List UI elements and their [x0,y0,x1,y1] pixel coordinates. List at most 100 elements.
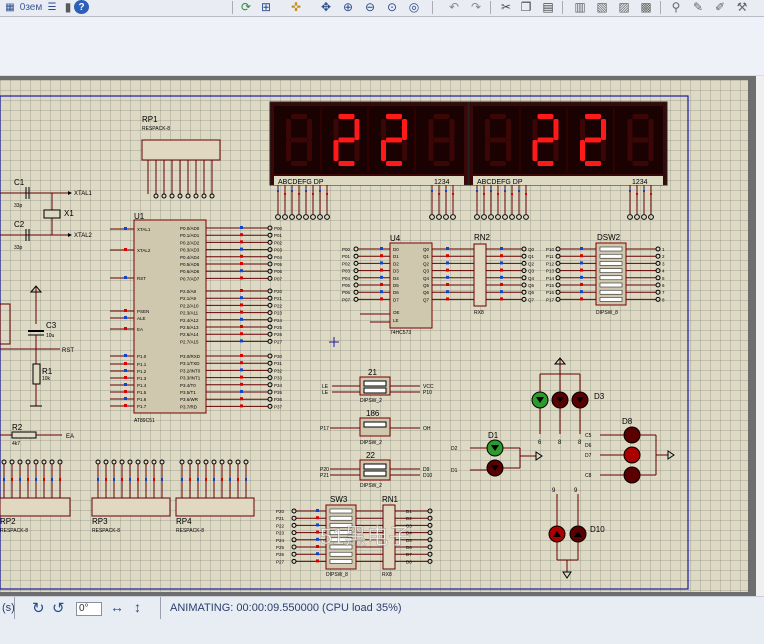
logic-probe [240,332,243,336]
block-move-icon[interactable]: ▧ [594,0,610,14]
mirror-horizontal-icon[interactable]: ↔ [110,599,124,615]
net-terminal [267,338,273,344]
svg-text:RP2: RP2 [0,517,16,526]
net-terminal [521,260,527,266]
net-terminal [555,268,561,274]
net-terminal [267,375,273,381]
rn2-net-label: Q7 [528,297,535,302]
pick-device-icon[interactable]: ⚲ [668,0,684,14]
help-icon[interactable]: ? [74,0,89,14]
rp4-respack[interactable]: RP4 RESPACK-8 [175,459,255,534]
u1-net-label: P03 [274,248,283,253]
partial-label: (s) [2,602,15,614]
logic-probe [240,247,243,251]
schematic-canvas[interactable]: ABCDEFG DP 1234 ABCDEFG DP 1234 RP1 RESP… [0,76,756,596]
document-icon[interactable]: ☰ [44,0,60,14]
dipsw-22[interactable]: 22 DIPSW_2 P20 P21 D9 D10 [320,451,432,489]
d8-led-group[interactable]: D8 C5 D6 D7 C8 [585,417,675,484]
u4-74hc573[interactable]: U4 P00 D0 Q0 P01 D1 Q1 P02 D2 Q2 P03 D3 Q3 P04 D4 Q4 P0… [342,234,474,336]
make-device-icon[interactable]: ✎ [690,0,706,14]
u1-at89c51[interactable]: U1 XTAL1XTAL2RSTPSENALEEAP1.0P1.1P1.2P1.… [110,212,283,424]
u1-pin-label: P2.4/A12 [180,318,199,323]
vertical-scrollbar[interactable] [756,76,764,596]
block-copy-icon[interactable]: ▥ [572,0,588,14]
seven-seg-display-1[interactable]: ABCDEFG DP 1234 [269,101,469,186]
seven-seg-display-2[interactable]: ABCDEFG DP 1234 [468,101,668,186]
paste-icon[interactable]: ▤ [540,0,556,14]
svg-text:D10: D10 [590,525,605,534]
undo-icon[interactable]: ↶ [446,0,462,14]
logic-probe [189,478,191,481]
dipsw-186[interactable]: 186 DIPSW_2 P17 OH [320,409,431,446]
d3-led-group[interactable]: D3 6 8 8 [531,357,605,446]
pan-icon[interactable]: ✥ [318,0,334,14]
zoom-in-icon[interactable]: ⊕ [340,0,356,14]
rotate-cw-icon[interactable]: ↻ [32,599,45,617]
net-terminal [521,289,527,295]
net-terminal [267,225,273,231]
logic-probe [500,283,503,286]
u1-pin-label: P1.1 [137,362,147,367]
net-terminal [179,459,185,465]
logic-probe [316,545,319,548]
net-terminal [267,254,273,260]
schematic-icon[interactable]: ▦ [2,0,18,14]
svg-text:D2: D2 [451,446,458,452]
rp1-respack[interactable]: RP1 RESPACK-8 [141,115,221,199]
u1-net-label: P02 [274,240,283,245]
d10-led-pair[interactable]: D10 9 9 [548,488,605,579]
dipsw-21[interactable]: 21 DIPSW_2 LE LE VCC P10 [322,368,434,404]
rn2-network[interactable]: RN2 Q0 Q1 Q2 Q3 Q4 Q5 Q6 Q7 RX8 [473,233,535,316]
zoom-all-icon[interactable]: ⊙ [384,0,400,14]
svg-text:C5: C5 [585,433,592,439]
logic-probe [446,254,449,258]
rn1-net-label: D2 [406,516,412,521]
rp2-respack[interactable]: RP2 RESPACK-8 [0,459,71,534]
display2-digit-label: 1234 [632,179,648,186]
svg-text:SW3: SW3 [330,495,348,504]
svg-text:C1: C1 [14,178,25,187]
refresh-icon[interactable]: ⟳ [238,0,254,14]
logic-probe [446,290,449,294]
net-terminal [427,537,433,543]
rotation-input[interactable]: 0° [76,602,102,616]
packaging-icon[interactable]: ✐ [712,0,728,14]
crystal-circuit[interactable]: C1 33p C2 33p X1 XTAL1 XTAL2 [0,178,93,251]
schematic-sheet[interactable]: ABCDEFG DP 1234 ABCDEFG DP 1234 RP1 RESP… [0,80,748,592]
logic-probe [316,537,319,541]
zoom-area-icon[interactable]: ◎ [406,0,422,14]
cut-icon[interactable]: ✂ [498,0,514,14]
rp3-respack[interactable]: RP3 RESPACK-8 [91,459,171,534]
origin-icon[interactable]: ✜ [288,0,304,14]
net-terminal [227,459,233,465]
dsw2-dipswitch[interactable]: DSW2 P10 1 P11 2 P12 3 P13 4 P14 5 P15 6 P16 7 P17 8 DI… [546,233,665,316]
block-delete-icon[interactable]: ▩ [638,0,654,14]
rotate-ccw-icon[interactable]: ↺ [52,599,65,617]
mirror-vertical-icon[interactable]: ↕ [134,599,141,615]
r2-resistor[interactable]: R2 4k7 EA [0,423,74,447]
net-terminal [555,275,561,281]
logic-probe [380,247,383,250]
net-terminal [516,214,522,220]
block-rotate-icon[interactable]: ▨ [616,0,632,14]
net-terminal [267,239,273,245]
net-terminal [25,459,31,465]
svg-text:D10: D10 [423,473,432,479]
grid-icon[interactable]: ⊞ [258,0,274,14]
osem-badge[interactable]: 0зем [20,0,42,14]
d1-led-pair[interactable]: D1 D2 D1 [451,431,543,477]
u4-net-label: P05 [342,283,351,288]
logic-probe [213,478,215,481]
u1-pin-label: P0.1/AD1 [180,233,200,238]
logic-probe [124,309,127,312]
net-terminal [310,214,316,220]
redo-icon[interactable]: ↷ [468,0,484,14]
net-terminal [267,275,273,281]
logic-probe [129,478,131,481]
u1-pin-label: P2.2/A10 [180,303,199,308]
net-terminal [291,558,297,564]
zoom-out-icon[interactable]: ⊖ [362,0,378,14]
decompose-icon[interactable]: ⚒ [734,0,750,14]
reset-circuit[interactable]: C3 10u RST R1 10k [0,285,74,407]
copy-icon[interactable]: ❐ [518,0,534,14]
